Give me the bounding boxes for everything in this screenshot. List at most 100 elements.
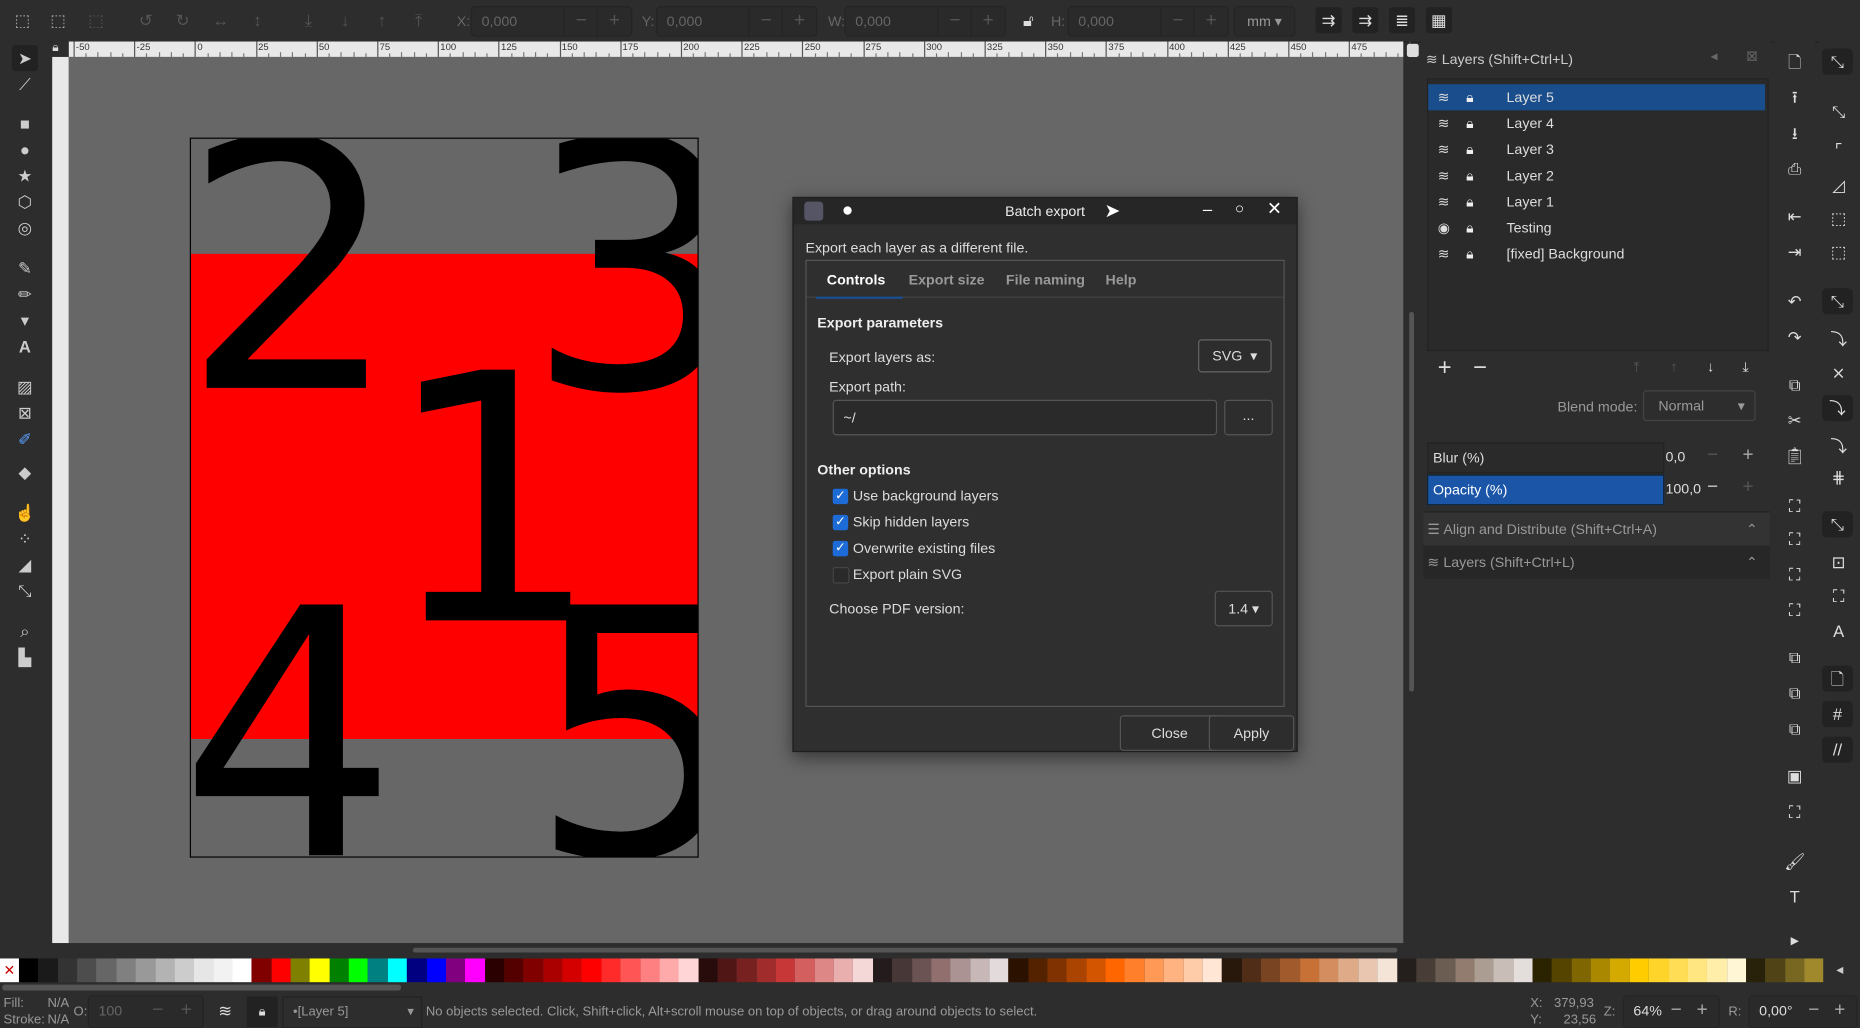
flip-horizontal-icon[interactable]: ↔ (208, 7, 234, 33)
y-decrement[interactable]: − (748, 7, 783, 36)
color-swatch[interactable] (38, 958, 58, 983)
color-swatch[interactable] (678, 958, 699, 983)
color-swatch[interactable] (154, 958, 175, 983)
number-4[interactable]: 4 (191, 565, 398, 856)
color-swatch[interactable] (96, 958, 117, 983)
blur-value[interactable]: 0,0 (1665, 448, 1685, 465)
palette-scrollbar[interactable] (2, 984, 401, 991)
opacity-increment[interactable]: + (1743, 477, 1754, 498)
color-swatch[interactable] (717, 958, 737, 983)
snap-bbox-midpoints-icon[interactable]: ⬚ (1826, 205, 1852, 231)
blur-slider[interactable]: Blur (%) (1427, 442, 1665, 474)
snap-nodes-icon[interactable]: ⤡ (1822, 288, 1853, 315)
print-icon[interactable]: ⎙ (1782, 155, 1808, 181)
layer-row[interactable]: ≋ 🔒︎ Layer 3 (1428, 136, 1765, 162)
cut-icon[interactable]: ✂ (1782, 407, 1808, 433)
layer-row[interactable]: ≋ 🔒︎ Layer 2 (1428, 163, 1765, 189)
pen-tool-icon[interactable]: ✎ (12, 255, 38, 281)
close-panel-icon[interactable]: ⊠ (1746, 47, 1758, 64)
add-layer-icon[interactable]: + (1438, 355, 1452, 382)
color-swatch[interactable] (1338, 958, 1358, 983)
color-swatch[interactable] (1649, 958, 1669, 983)
selector-tool-icon[interactable]: ➤ (11, 45, 38, 72)
color-swatch[interactable] (465, 958, 485, 983)
color-swatch[interactable] (1513, 958, 1533, 983)
color-swatch[interactable] (775, 958, 796, 983)
color-swatch[interactable] (348, 958, 369, 983)
node-tool-icon[interactable]: ⟋ (12, 71, 38, 97)
import-icon[interactable]: ⇤ (1782, 203, 1808, 229)
color-swatch[interactable] (1008, 958, 1029, 983)
color-swatch[interactable] (1396, 958, 1417, 983)
color-swatch[interactable] (77, 958, 97, 983)
color-swatch[interactable] (213, 958, 233, 983)
layer-row[interactable]: ◉ 🔒︎ Testing (1428, 215, 1765, 241)
flip-vertical-icon[interactable]: ↕ (244, 7, 270, 33)
option-label[interactable]: Export plain SVG (853, 566, 962, 583)
color-swatch[interactable] (174, 958, 194, 983)
eraser-tool-icon[interactable]: ◢ (12, 552, 38, 578)
layer-row[interactable]: ≋ 🔒︎ [fixed] Background (1428, 241, 1765, 267)
layer-hidden-icon[interactable]: ≋ (1438, 163, 1450, 189)
snap-bbox-corners-icon[interactable]: ◿ (1826, 172, 1852, 198)
lock-icon[interactable]: 🔒︎ (1466, 136, 1474, 162)
opacity-decrement[interactable]: − (1707, 477, 1718, 498)
dialog-titlebar[interactable]: Batch export – ○ ✕ (793, 198, 1297, 225)
snap-text-baseline-icon[interactable]: A (1826, 618, 1852, 644)
color-swatch[interactable] (504, 958, 524, 983)
lower-layer-icon[interactable]: ↓ (1707, 358, 1714, 375)
color-swatch[interactable] (1707, 958, 1727, 983)
color-swatch[interactable] (639, 958, 660, 983)
layer-name[interactable]: Layer 2 (1506, 163, 1553, 189)
color-swatch[interactable] (698, 958, 718, 983)
color-swatch[interactable] (1066, 958, 1087, 983)
layer-row[interactable]: ≋ 🔒︎ Layer 1 (1428, 189, 1765, 215)
layer-name[interactable]: Layer 1 (1506, 189, 1553, 215)
undock-icon[interactable]: ◂ (1711, 47, 1718, 64)
color-swatch[interactable] (1260, 958, 1281, 983)
color-swatch[interactable] (426, 958, 446, 983)
zoom-tool-icon[interactable]: ⌕ (12, 618, 38, 644)
h-increment[interactable]: + (1193, 7, 1227, 36)
layer-row[interactable]: ≋ 🔒︎ Layer 4 (1428, 110, 1765, 136)
option-label[interactable]: Use background layers (853, 488, 999, 505)
color-swatch[interactable] (834, 958, 854, 983)
save-icon[interactable]: ⭳ (1782, 120, 1808, 146)
color-swatch[interactable] (542, 958, 563, 983)
calligraphy-tool-icon[interactable]: ▾ (12, 307, 38, 333)
remove-layer-icon[interactable]: − (1473, 355, 1487, 382)
opacity-value[interactable]: 100,0 (1665, 480, 1701, 497)
text-tool-icon[interactable]: A (12, 333, 38, 359)
color-swatch[interactable] (756, 958, 776, 983)
color-swatch[interactable] (1086, 958, 1106, 983)
rotate-cw-icon[interactable]: ↻ (170, 7, 196, 33)
deselect-icon[interactable]: ⬚ (83, 7, 109, 33)
color-swatch[interactable] (329, 958, 349, 983)
layer-name[interactable]: Testing (1506, 215, 1551, 241)
opacity-input[interactable]: 100− + (87, 995, 205, 1028)
layers-panel-tab[interactable]: ≋ Layers (Shift+Ctrl+L) ⌃ (1423, 545, 1770, 579)
color-swatch[interactable] (1163, 958, 1184, 983)
copy-icon[interactable]: ⧉ (1782, 371, 1808, 397)
raise-icon[interactable]: ↑ (369, 7, 395, 33)
minimize-icon[interactable]: – (1203, 199, 1212, 218)
layer-lock-icon[interactable]: 🔒︎ (246, 996, 278, 1028)
lock-icon[interactable]: 🔒︎ (1466, 110, 1474, 136)
connector-tool-icon[interactable]: ⤡ (12, 578, 38, 604)
color-swatch[interactable] (1746, 958, 1766, 983)
align-distribute-panel-tab[interactable]: ☰ Align and Distribute (Shift+Ctrl+A) ⌃ (1423, 511, 1770, 546)
3d-box-tool-icon[interactable]: ⬡ (12, 189, 38, 215)
dropper-tool-icon[interactable]: ✐ (12, 426, 38, 452)
color-swatch[interactable] (814, 958, 835, 983)
snap-paths-icon[interactable]: ⤵ (1826, 326, 1852, 352)
color-swatch[interactable] (1493, 958, 1514, 983)
rotate-ccw-icon[interactable]: ↺ (133, 7, 159, 33)
color-swatch[interactable] (853, 958, 873, 983)
layers-toggle-icon[interactable]: ≋ (218, 1001, 232, 1021)
color-swatch[interactable] (290, 958, 311, 983)
color-swatch[interactable] (1687, 958, 1708, 983)
palette-menu-icon[interactable]: ◂ (1836, 961, 1843, 978)
tab-controls[interactable]: Controls (827, 272, 886, 289)
color-swatch[interactable] (387, 958, 408, 983)
rotate-increment[interactable]: + (1823, 996, 1856, 1024)
